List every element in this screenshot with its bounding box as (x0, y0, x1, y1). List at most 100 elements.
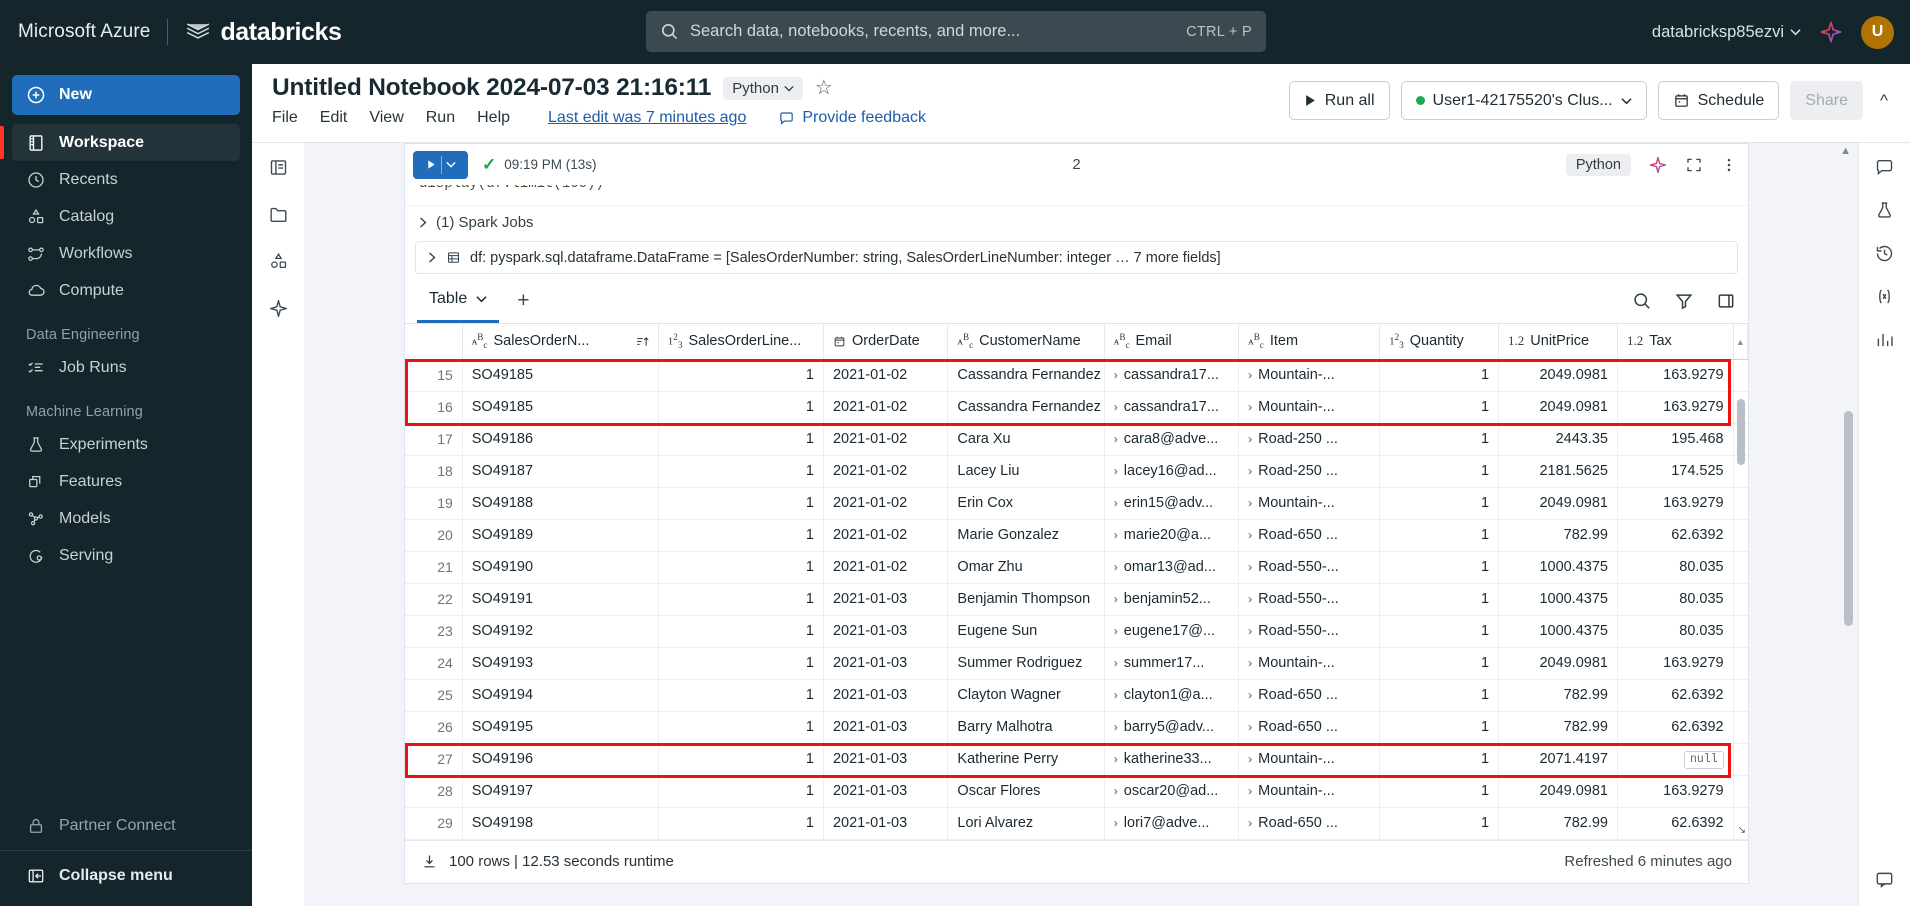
column-header-salesorderlinenumber[interactable]: 123 SalesOrderLine... (658, 324, 824, 360)
table-row[interactable]: 19 SO49188 1 2021-01-02 Erin Cox › erin15@adv.… (405, 487, 1748, 520)
folder-icon[interactable] (268, 204, 289, 225)
expand-caret-icon[interactable]: › (1248, 720, 1252, 734)
table-row[interactable]: 18 SO49187 1 2021-01-02 Lacey Liu › lacey16@ad… (405, 455, 1748, 488)
expand-caret-icon[interactable]: › (1114, 592, 1118, 606)
menu-run[interactable]: Run (426, 109, 455, 127)
expand-caret-icon[interactable]: › (1248, 752, 1252, 766)
expand-caret-icon[interactable]: › (1248, 528, 1252, 542)
revision-history-icon[interactable] (1874, 243, 1895, 264)
notebook-scroll-thumb[interactable] (1844, 411, 1853, 626)
table-row[interactable]: 17 SO49186 1 2021-01-02 Cara Xu › cara8@adve..… (405, 423, 1748, 456)
last-edit-link[interactable]: Last edit was 7 minutes ago (548, 109, 746, 127)
expand-caret-icon[interactable]: › (1114, 624, 1118, 638)
tab-table[interactable]: Table (417, 278, 500, 323)
table-row[interactable]: 27 SO49196 1 2021-01-03 Katherine Perry › kath… (405, 743, 1748, 776)
chevron-down-icon[interactable] (445, 161, 456, 168)
sidebar-item-compute[interactable]: Compute (12, 272, 240, 309)
expand-caret-icon[interactable]: › (1248, 496, 1252, 510)
expand-caret-icon[interactable]: › (1248, 432, 1252, 446)
cell-language-badge[interactable]: Python (1565, 153, 1631, 176)
column-header-email[interactable]: ᴀBc Email (1104, 324, 1240, 360)
variables-icon[interactable] (1874, 286, 1895, 307)
expand-caret-icon[interactable]: › (1248, 816, 1252, 830)
expand-caret-icon[interactable]: › (1248, 624, 1252, 638)
sidebar-item-serving[interactable]: Serving (12, 537, 240, 574)
scroll-up-caret-icon[interactable]: ▲ (1840, 145, 1851, 157)
cluster-selector[interactable]: User1-42175520's Clus... (1400, 81, 1647, 120)
expand-caret-icon[interactable]: › (1114, 496, 1118, 510)
sidebar-item-experiments[interactable]: Experiments (12, 426, 240, 463)
expand-caret-icon[interactable]: › (1114, 528, 1118, 542)
table-row[interactable]: 22 SO49191 1 2021-01-03 Benjamin Thompson › be… (405, 583, 1748, 616)
table-row[interactable]: 16 SO49185 1 2021-01-02 Cassandra Fernandez ›… (405, 391, 1748, 424)
table-of-contents-icon[interactable] (268, 157, 289, 178)
column-header-quantity[interactable]: 123 Quantity (1379, 324, 1500, 360)
account-menu[interactable]: databricksp85ezvi (1652, 23, 1801, 42)
expand-caret-icon[interactable]: › (1248, 400, 1252, 414)
help-chat-icon[interactable] (1874, 869, 1895, 890)
sidebar-new-button[interactable]: New (12, 75, 240, 115)
menu-help[interactable]: Help (477, 109, 510, 127)
column-header-tax[interactable]: 1.2 Tax (1617, 324, 1734, 360)
expand-caret-icon[interactable]: › (1248, 560, 1252, 574)
page-title[interactable]: Untitled Notebook 2024-07-03 21:16:11 (272, 74, 711, 102)
assistant-sparkle-icon[interactable] (1819, 20, 1843, 44)
column-header-orderdate[interactable]: OrderDate (823, 324, 949, 360)
expand-caret-icon[interactable]: › (1114, 656, 1118, 670)
column-header-item[interactable]: ᴀBc Item (1238, 324, 1381, 360)
sort-ascending-icon[interactable] (636, 335, 649, 348)
download-icon[interactable] (421, 853, 438, 870)
expand-caret-icon[interactable]: › (1248, 464, 1252, 478)
cell-more-options-icon[interactable] (1720, 156, 1738, 174)
expand-caret-icon[interactable]: › (1114, 784, 1118, 798)
expand-caret-icon[interactable]: › (1114, 688, 1118, 702)
expand-caret-icon[interactable]: › (1114, 816, 1118, 830)
provide-feedback-link[interactable]: Provide feedback (778, 109, 926, 127)
assistant-sparkle-icon[interactable] (1648, 155, 1668, 175)
table-row[interactable]: 20 SO49189 1 2021-01-02 Marie Gonzalez › marie… (405, 519, 1748, 552)
column-header-salesordernumber[interactable]: ᴀBc SalesOrderN... (462, 324, 659, 360)
sidebar-item-partner-connect[interactable]: Partner Connect (12, 807, 240, 844)
favorite-star-icon[interactable]: ☆ (815, 78, 833, 98)
sidebar-item-features[interactable]: Features (12, 463, 240, 500)
table-row[interactable]: 28 SO49197 1 2021-01-03 Oscar Flores › oscar20… (405, 775, 1748, 808)
menu-file[interactable]: File (272, 109, 298, 127)
collapse-header-chevron-up-icon[interactable]: ^ (1874, 91, 1894, 111)
cell-code-line[interactable]: display(df.limit(100)) (405, 185, 1748, 205)
table-vertical-scrollbar[interactable] (1737, 399, 1745, 465)
menu-edit[interactable]: Edit (320, 109, 348, 127)
sidebar-item-job-runs[interactable]: Job Runs (12, 349, 240, 386)
expand-caret-icon[interactable]: › (1114, 432, 1118, 446)
dashboard-icon[interactable] (1874, 329, 1895, 350)
table-scroll-top-arrow[interactable]: ▲ (1733, 324, 1749, 360)
expand-caret-icon[interactable]: › (1248, 784, 1252, 798)
expand-fullscreen-icon[interactable] (1685, 156, 1703, 174)
expand-caret-icon[interactable]: › (1248, 656, 1252, 670)
expand-caret-icon[interactable]: › (1114, 400, 1118, 414)
global-search-input[interactable]: Search data, notebooks, recents, and mor… (646, 11, 1266, 52)
expand-caret-icon[interactable]: › (1114, 560, 1118, 574)
table-row[interactable]: 24 SO49193 1 2021-01-03 Summer Rodriguez › sum… (405, 647, 1748, 680)
table-row[interactable]: 26 SO49195 1 2021-01-03 Barry Malhotra › barry… (405, 711, 1748, 744)
add-visualization-button[interactable]: + (517, 289, 529, 313)
notebook-language-selector[interactable]: Python (723, 76, 803, 100)
table-row[interactable]: 23 SO49192 1 2021-01-03 Eugene Sun › eugene17@… (405, 615, 1748, 648)
expand-caret-icon[interactable]: › (1248, 368, 1252, 382)
sidebar-item-workflows[interactable]: Workflows (12, 235, 240, 272)
filter-icon[interactable] (1674, 291, 1694, 311)
notebook-scroll-track[interactable]: ▲ (1840, 143, 1854, 906)
table-row[interactable]: 15 SO49185 1 2021-01-02 Cassandra Fernandez ›… (405, 359, 1748, 392)
spark-jobs-expander[interactable]: (1) Spark Jobs (405, 205, 1748, 239)
sidebar-collapse-menu[interactable]: Collapse menu (12, 857, 240, 894)
expand-caret-icon[interactable]: › (1114, 464, 1118, 478)
sidebar-item-models[interactable]: Models (12, 500, 240, 537)
sidebar-item-catalog[interactable]: Catalog (12, 198, 240, 235)
run-all-button[interactable]: Run all (1288, 81, 1390, 120)
expand-caret-icon[interactable]: › (1114, 720, 1118, 734)
column-header-customername[interactable]: ᴀBc CustomerName (947, 324, 1105, 360)
chevron-down-icon[interactable] (476, 295, 487, 303)
assistant-sparkle-icon[interactable] (268, 298, 289, 319)
schedule-button[interactable]: Schedule (1657, 81, 1780, 120)
sidebar-item-workspace[interactable]: Workspace (0, 124, 240, 161)
sidebar-item-recents[interactable]: Recents (12, 161, 240, 198)
